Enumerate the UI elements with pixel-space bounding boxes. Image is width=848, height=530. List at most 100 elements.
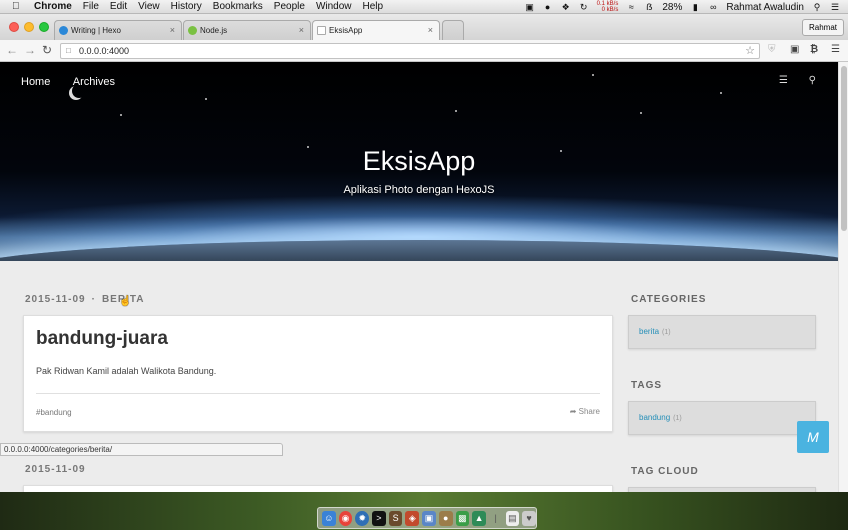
site-banner: Home Archives ☰ ⚲ EksisApp Aplikasi Phot… bbox=[0, 62, 838, 300]
status-bar: 0.0.0.0:4000/categories/berita/ bbox=[0, 443, 283, 456]
tab-strip: Writing | Hexo × Node.js × EksisApp × Ra… bbox=[0, 14, 848, 40]
nav-home[interactable]: Home bbox=[21, 76, 50, 88]
lock-extension-icon[interactable]: ▣ bbox=[790, 44, 799, 55]
bookmark-star-icon[interactable]: ☆ bbox=[745, 44, 755, 57]
corner-logo[interactable]: M bbox=[797, 421, 829, 453]
chrome-icon[interactable]: ◉ bbox=[338, 510, 353, 526]
nodejs-icon bbox=[188, 26, 197, 35]
address-text: 0.0.0.0:4000 bbox=[79, 46, 130, 56]
menu-people[interactable]: People bbox=[274, 1, 305, 12]
page-scrollbar[interactable] bbox=[838, 62, 848, 492]
menu-history[interactable]: History bbox=[171, 1, 202, 12]
tab-title: Writing | Hexo bbox=[71, 26, 121, 35]
minecraft-icon[interactable]: ▩ bbox=[455, 510, 470, 526]
page-icon bbox=[317, 26, 326, 35]
chrome-menu-icon[interactable]: ☰ bbox=[831, 44, 840, 55]
post-title[interactable]: bandung-juara bbox=[36, 328, 168, 350]
hexo-icon bbox=[59, 26, 68, 35]
terminal-icon[interactable]: > bbox=[372, 510, 386, 526]
shield-icon[interactable]: ⛨ bbox=[768, 44, 776, 55]
battery-icon[interactable]: ▮ bbox=[690, 2, 700, 13]
tab-title: EksisApp bbox=[329, 26, 363, 35]
site-subtitle: Aplikasi Photo dengan HexoJS bbox=[343, 184, 495, 196]
window-zoom-button[interactable] bbox=[39, 22, 49, 32]
browser-window: Writing | Hexo × Node.js × EksisApp × Ra… bbox=[0, 14, 848, 492]
star-dot bbox=[205, 98, 207, 100]
menu-bookmarks[interactable]: Bookmarks bbox=[213, 1, 263, 12]
bluetooth-icon[interactable]: ẞ bbox=[644, 2, 654, 12]
sublime-icon[interactable]: S bbox=[388, 510, 403, 526]
meta-separator: · bbox=[91, 294, 96, 305]
menu-app[interactable]: Chrome bbox=[34, 1, 72, 12]
dock: ☺ ◉ ✹ > S ◈ ▣ ● ▩ ▲ | ▤ ♥ bbox=[317, 507, 537, 529]
screen-icon[interactable]: ▣ bbox=[525, 2, 535, 13]
app-icon[interactable]: ▲ bbox=[472, 510, 486, 526]
post-card bbox=[23, 485, 613, 492]
tab-nodejs[interactable]: Node.js × bbox=[183, 20, 311, 40]
star-dot bbox=[455, 110, 457, 112]
trash-icon[interactable]: ♥ bbox=[522, 510, 536, 526]
close-tab-icon[interactable]: × bbox=[170, 25, 175, 35]
profile-button[interactable]: Rahmat bbox=[801, 19, 844, 36]
post-tag[interactable]: #bandung bbox=[36, 408, 72, 417]
menu-view[interactable]: View bbox=[138, 1, 160, 12]
close-tab-icon[interactable]: × bbox=[299, 25, 304, 35]
new-tab-button[interactable] bbox=[442, 20, 464, 40]
forward-arrow-icon[interactable]: → bbox=[24, 43, 36, 57]
search-icon[interactable]: ⚲ bbox=[809, 75, 816, 86]
menu-window[interactable]: Window bbox=[316, 1, 352, 12]
notification-icon[interactable]: ● bbox=[543, 2, 553, 12]
preview-icon[interactable]: ▣ bbox=[422, 510, 436, 526]
address-bar[interactable]: □ 0.0.0.0:4000 ☆ bbox=[60, 43, 760, 59]
spotlight-search-icon[interactable]: ⚲ bbox=[812, 2, 822, 13]
post-date[interactable]: 2015-11-09 bbox=[25, 294, 86, 305]
window-minimize-button[interactable] bbox=[24, 22, 34, 32]
web-page: Home Archives ☰ ⚲ EksisApp Aplikasi Phot… bbox=[0, 62, 838, 492]
safari-icon[interactable]: ✹ bbox=[355, 510, 370, 526]
star-dot bbox=[120, 114, 122, 116]
tag-link[interactable]: bandung bbox=[639, 413, 670, 422]
network-speed: 0.1 kB/s 0 kB/s bbox=[597, 1, 619, 13]
menu-edit[interactable]: Edit bbox=[110, 1, 127, 12]
finder-icon[interactable]: ☺ bbox=[322, 510, 336, 526]
rss-icon[interactable]: ☰ bbox=[779, 75, 788, 86]
window-close-button[interactable] bbox=[9, 22, 19, 32]
site-nav-icons: ☰ ⚲ bbox=[761, 75, 816, 86]
notification-center-icon[interactable]: ☰ bbox=[830, 2, 840, 13]
sync-icon[interactable]: ↻ bbox=[579, 2, 589, 13]
tag-cloud-heading: TAG CLOUD bbox=[631, 466, 699, 477]
categories-heading: CATEGORIES bbox=[631, 294, 707, 305]
nav-archives[interactable]: Archives bbox=[73, 76, 115, 88]
back-arrow-icon[interactable]: ← bbox=[6, 43, 18, 57]
star-dot bbox=[592, 74, 594, 76]
app-icon[interactable]: ◈ bbox=[405, 510, 420, 526]
site-nav: Home Archives bbox=[21, 76, 135, 88]
post-date[interactable]: 2015-11-09 bbox=[25, 464, 86, 475]
close-tab-icon[interactable]: × bbox=[428, 25, 433, 35]
sequel-icon[interactable]: ● bbox=[438, 510, 453, 526]
reload-icon[interactable]: ↻ bbox=[42, 43, 52, 57]
share-button[interactable]: ➦ Share bbox=[570, 407, 600, 416]
star-dot bbox=[720, 92, 722, 94]
page-info-icon[interactable]: □ bbox=[66, 46, 71, 55]
battery-percent[interactable]: 28% bbox=[662, 2, 682, 13]
user-name[interactable]: Rahmat Awaludin bbox=[726, 2, 804, 13]
menu-help[interactable]: Help bbox=[363, 1, 384, 12]
scrollbar-thumb[interactable] bbox=[841, 66, 847, 231]
menu-file[interactable]: File bbox=[83, 1, 99, 12]
document-icon[interactable]: ▤ bbox=[505, 510, 520, 526]
wifi-icon[interactable]: ≈ bbox=[626, 2, 636, 12]
tab-writing-hexo[interactable]: Writing | Hexo × bbox=[54, 20, 182, 40]
net-down: 0 kB/s bbox=[601, 7, 619, 13]
tags-heading: TAGS bbox=[631, 380, 663, 391]
share-label: Share bbox=[578, 407, 600, 416]
mac-menu-bar:  Chrome File Edit View History Bookmark… bbox=[0, 0, 848, 14]
extension-icon[interactable]: ₿ bbox=[810, 44, 818, 55]
tab-eksisapp[interactable]: EksisApp × bbox=[312, 20, 440, 40]
infinity-icon[interactable]: ∞ bbox=[708, 2, 718, 12]
post-divider bbox=[36, 393, 600, 394]
category-link[interactable]: berita bbox=[639, 327, 659, 336]
apple-icon[interactable]:  bbox=[12, 1, 24, 12]
dropbox-icon[interactable]: ❖ bbox=[561, 2, 571, 13]
site-title[interactable]: EksisApp bbox=[0, 146, 838, 177]
